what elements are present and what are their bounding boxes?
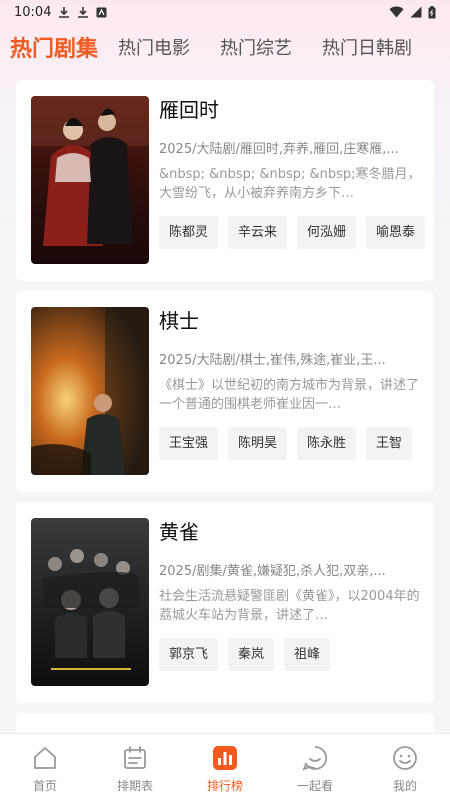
- show-description: 《棋士》以世纪初的南方城市为背景，讲述了一个普通的围棋老师崔业因一…: [159, 378, 420, 412]
- show-title[interactable]: 棋士: [159, 307, 434, 335]
- app-notification-icon: [96, 7, 107, 18]
- nav-schedule[interactable]: 排期表: [90, 734, 180, 800]
- nav-home-label: 首页: [32, 779, 57, 793]
- wifi-icon: [389, 6, 404, 18]
- category-tabs: 热门剧集 热门电影 热门综艺 热门日韩剧: [0, 24, 450, 70]
- cast-chip[interactable]: 陈永胜: [297, 427, 357, 460]
- cast-list: 郭京飞 秦岚 祖峰: [159, 638, 434, 671]
- show-list: 雁回时 2025/大陆剧/雁回时,弃养,雁回,庄寒雁,... &nbsp; &n…: [16, 80, 434, 713]
- nav-schedule-label: 排期表: [116, 779, 153, 793]
- cast-list: 陈都灵 辛云来 何泓姗 喻恩泰: [159, 216, 434, 249]
- cast-chip[interactable]: 陈都灵: [159, 216, 219, 249]
- nav-ranking[interactable]: 排行榜: [180, 734, 270, 800]
- ranking-icon: [213, 746, 237, 770]
- tab-hot-series[interactable]: 热门剧集: [10, 31, 98, 63]
- nav-ranking-label: 排行榜: [206, 779, 243, 793]
- show-meta: 2025/大陆剧/棋士,崔伟,殊途,崔业,王...: [159, 353, 386, 368]
- cast-chip[interactable]: 陈明昊: [228, 427, 288, 460]
- profile-icon: [393, 746, 417, 770]
- show-meta: 2025/剧集/黄雀,嫌疑犯,杀人犯,双亲,...: [159, 564, 386, 579]
- cast-chip[interactable]: 祖峰: [284, 638, 331, 671]
- bottom-nav: 首页 排期表 排行榜 一起看 我的: [0, 733, 450, 800]
- schedule-icon: [124, 746, 146, 769]
- show-poster[interactable]: [31, 518, 149, 686]
- cast-chip[interactable]: 郭京飞: [159, 638, 219, 671]
- download-icon: [58, 6, 70, 18]
- chat-icon: [302, 746, 328, 771]
- cast-chip[interactable]: 喻恩泰: [366, 216, 426, 249]
- show-card[interactable]: 黄雀 2025/剧集/黄雀,嫌疑犯,杀人犯,双亲,... 社会生活流悬疑警匪剧《…: [16, 502, 434, 703]
- show-card[interactable]: 棋士 2025/大陆剧/棋士,崔伟,殊途,崔业,王... 《棋士》以世纪初的南方…: [16, 291, 434, 492]
- show-description: 社会生活流悬疑警匪剧《黄雀》，以2004年的荔城火车站为背景，讲述了…: [159, 589, 420, 623]
- battery-icon: [428, 5, 436, 19]
- show-meta: 2025/大陆剧/雁回时,弃养,雁回,庄寒雁,...: [159, 142, 399, 157]
- show-description: &nbsp; &nbsp; &nbsp; &nbsp;寒冬腊月，大雪纷飞，从小被…: [159, 167, 421, 201]
- cast-chip[interactable]: 王宝强: [159, 427, 219, 460]
- home-icon: [34, 747, 56, 769]
- tab-hot-movies[interactable]: 热门电影: [118, 34, 190, 60]
- cast-list: 王宝强 陈明昊 陈永胜 王智: [159, 427, 434, 460]
- nav-profile-label: 我的: [392, 779, 417, 793]
- tab-hot-variety[interactable]: 热门综艺: [220, 34, 292, 60]
- show-poster[interactable]: [31, 307, 149, 475]
- nav-profile[interactable]: 我的: [360, 734, 450, 800]
- cast-chip[interactable]: 何泓姗: [297, 216, 357, 249]
- cast-chip[interactable]: 辛云来: [228, 216, 288, 249]
- status-bar: 10:04: [0, 0, 450, 24]
- show-title[interactable]: 黄雀: [159, 518, 434, 546]
- show-poster[interactable]: [31, 96, 149, 264]
- cast-chip[interactable]: 王智: [366, 427, 413, 460]
- status-time: 10:04: [14, 4, 52, 20]
- nav-watch-together[interactable]: 一起看: [270, 734, 360, 800]
- show-title[interactable]: 雁回时: [159, 96, 434, 124]
- nav-watch-together-label: 一起看: [296, 779, 333, 793]
- cast-chip[interactable]: 秦岚: [228, 638, 275, 671]
- signal-icon: [410, 6, 422, 18]
- download-icon: [77, 6, 89, 18]
- tab-hot-jk-drama[interactable]: 热门日韩剧: [322, 34, 412, 60]
- nav-home[interactable]: 首页: [0, 734, 90, 800]
- show-card[interactable]: 雁回时 2025/大陆剧/雁回时,弃养,雁回,庄寒雁,... &nbsp; &n…: [16, 80, 434, 281]
